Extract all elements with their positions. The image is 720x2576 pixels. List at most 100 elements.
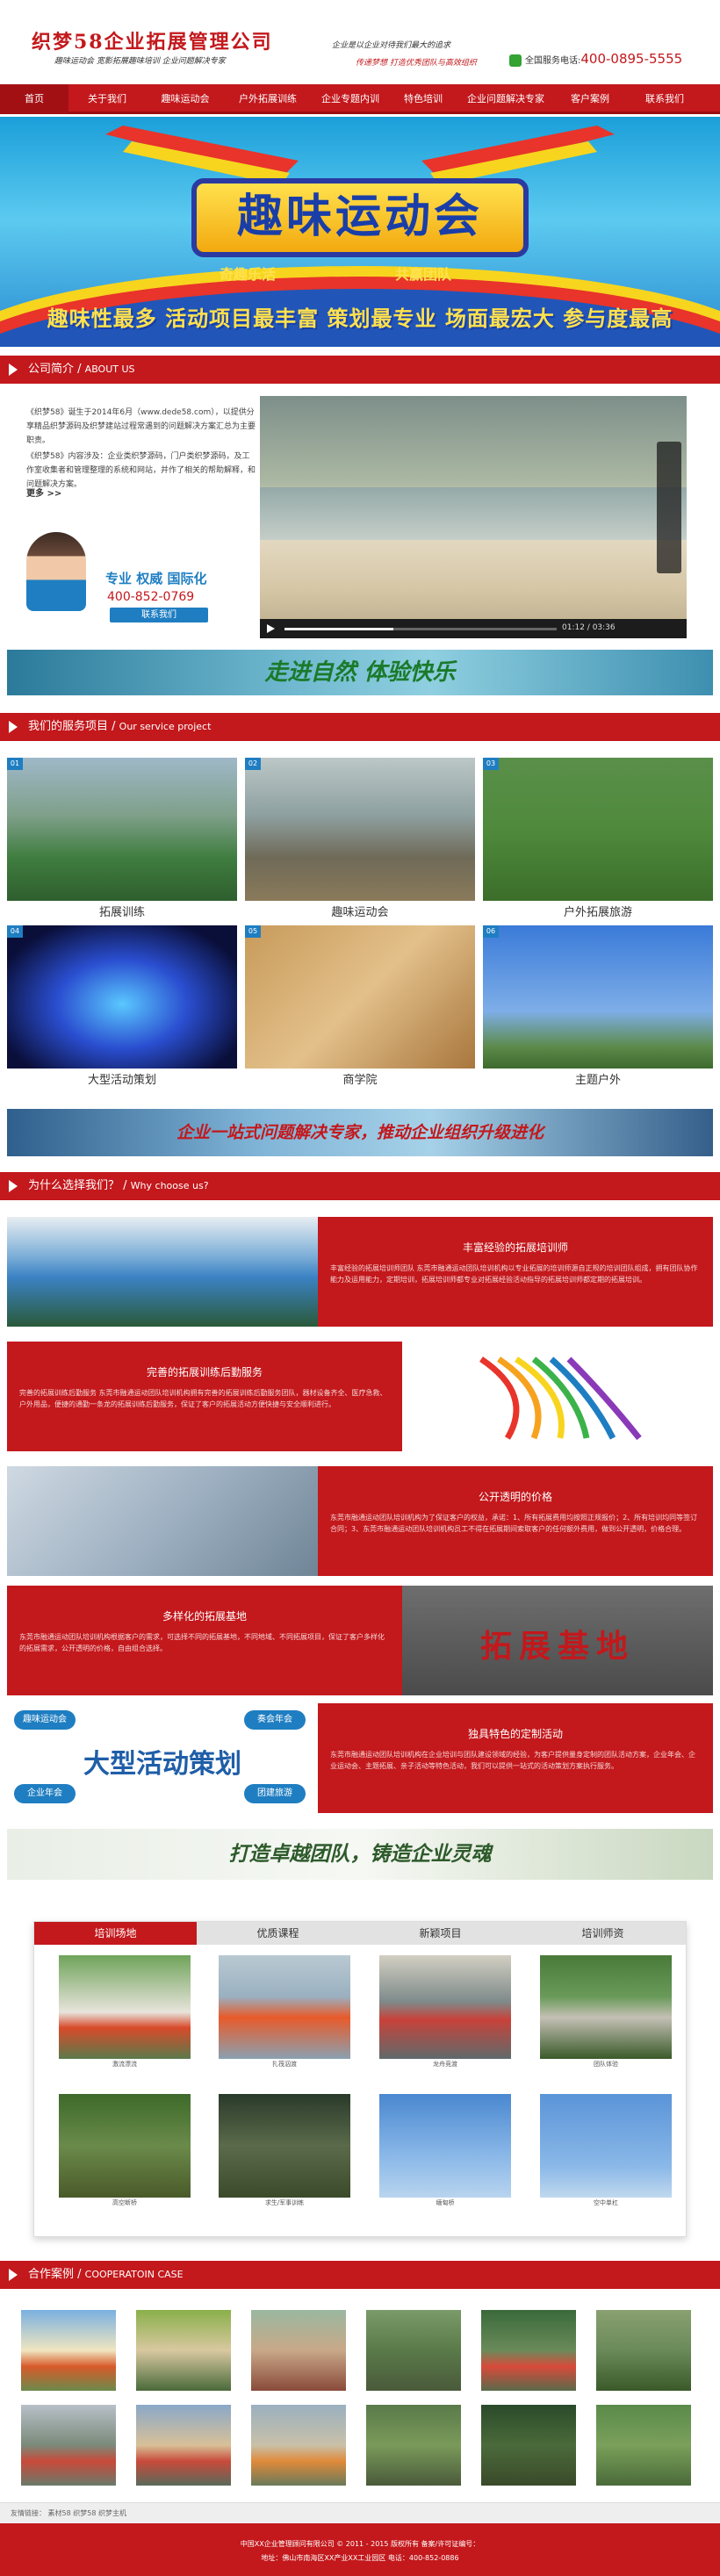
nav-item-home[interactable]: 首页 <box>0 84 68 114</box>
why-body: 东莞市融通运动团队培训机构在企业培训与团队建设领域的经验，为客户提供量身定制的团… <box>330 1751 695 1770</box>
service-card[interactable]: 01 拓展训练 <box>7 758 237 919</box>
gallery-caption: 团队体验 <box>594 2061 618 2068</box>
video-frame <box>260 487 687 540</box>
case-photo <box>136 2405 231 2486</box>
phone-icon <box>509 54 522 67</box>
company-logo-title[interactable]: 织梦58企业拓展管理公司 <box>32 26 273 54</box>
video-player[interactable]: 01:12 / 03:36 <box>260 396 687 638</box>
case-item[interactable] <box>136 2310 231 2391</box>
case-item[interactable] <box>481 2405 576 2486</box>
case-item[interactable] <box>596 2405 691 2486</box>
case-item[interactable] <box>21 2310 116 2391</box>
case-item[interactable] <box>251 2310 346 2391</box>
contact-phone: 400-852-0769 <box>107 590 195 604</box>
tab-quality-courses[interactable]: 优质课程 <box>197 1922 359 1945</box>
why-big-label: 大型活动策划 <box>83 1749 241 1780</box>
service-number: 06 <box>483 925 499 938</box>
about-title-en: ABOUT US <box>84 363 135 375</box>
why-heading: 独具特色的定制活动 <box>467 1728 563 1740</box>
section-arrow-icon <box>9 363 18 376</box>
promo-strip-expert: 企业一站式问题解决专家，推动企业组织升级进化 <box>7 1109 713 1156</box>
service-number: 02 <box>245 758 261 770</box>
contact-us-button[interactable]: 联系我们 <box>110 608 208 622</box>
case-item[interactable] <box>251 2405 346 2486</box>
gallery-item[interactable]: 高空断桥 <box>59 2094 191 2208</box>
service-photo <box>483 925 713 1069</box>
nav-item-about[interactable]: 关于我们 <box>68 84 146 114</box>
video-progress-fill <box>284 628 393 630</box>
tab-training-sites[interactable]: 培训场地 <box>34 1922 197 1945</box>
case-photo <box>481 2310 576 2391</box>
why-heading: 完善的拓展训练后勤服务 <box>146 1366 263 1378</box>
case-photo <box>251 2310 346 2391</box>
contact-title: 专业 权威 国际化 <box>105 571 207 586</box>
gallery-photo <box>540 1955 672 2059</box>
service-card[interactable]: 04 大型活动策划 <box>7 925 237 1087</box>
gallery-item[interactable]: 团队体验 <box>540 1955 672 2069</box>
main-nav: 首页 关于我们 趣味运动会 户外拓展训练 企业专题内训 特色培训 企业问题解决专… <box>0 84 720 114</box>
gallery-item[interactable]: 扎筏泅渡 <box>219 1955 350 2069</box>
case-photo <box>136 2310 231 2391</box>
why-row: 多样化的拓展基地 东莞市融通运动团队培训机构根据客户的需求，可选择不同的拓展基地… <box>7 1586 713 1695</box>
video-progress-bar[interactable] <box>284 628 557 630</box>
hero-banner[interactable]: 趣味运动会 奇趣乐活 共赢团队 趣味性最多 活动项目最丰富 策划最专业 场面最宏… <box>0 117 720 347</box>
case-photo <box>481 2405 576 2486</box>
banner-main-title: 趣味运动会 <box>191 178 529 257</box>
colorful-paths-graphic <box>479 1356 642 1441</box>
gallery-tabs-box: 培训场地 优质课程 新颖项目 培训师资 激流漂流 扎筏泅渡 龙舟竞渡 团队体验 … <box>33 1921 687 2237</box>
play-icon[interactable] <box>267 624 275 633</box>
about-section-header: 公司简介 / ABOUT US <box>0 356 720 384</box>
nav-item-cases[interactable]: 客户案例 <box>555 84 625 114</box>
customer-service-avatar <box>26 532 86 611</box>
gallery-caption: 高空断桥 <box>112 2199 137 2206</box>
case-item[interactable] <box>366 2310 461 2391</box>
gallery-caption: 缅甸桥 <box>436 2199 455 2206</box>
why-box: 丰富经验的拓展培训师 丰富经验的拓展培训师团队 东莞市融通运动团队培训机构以专业… <box>318 1217 713 1327</box>
case-item[interactable] <box>366 2405 461 2486</box>
site-footer: 中国XX企业管理顾问有限公司 © 2011 - 2015 版权所有 备案/许可证… <box>0 2523 720 2576</box>
nav-item-fun-games[interactable]: 趣味运动会 <box>146 84 225 114</box>
service-label: 拓展训练 <box>98 906 145 919</box>
nav-item-contact[interactable]: 联系我们 <box>625 84 704 114</box>
gallery-photo <box>219 2094 350 2198</box>
video-time: 01:12 / 03:36 <box>562 623 616 632</box>
gallery-item[interactable]: 缅甸桥 <box>379 2094 511 2208</box>
contact-card: 专业 权威 国际化 400-852-0769 联系我们 <box>26 523 256 629</box>
service-card[interactable]: 06 主题户外 <box>483 925 713 1087</box>
tab-trainers[interactable]: 培训师资 <box>522 1922 684 1945</box>
about-more-link[interactable]: 更多 >> <box>26 486 61 499</box>
services-section-header: 我们的服务项目 / Our service project <box>0 713 720 741</box>
case-item[interactable] <box>481 2310 576 2391</box>
why-body: 东莞市融通运动团队培训机构为了保证客户的权益，承诺：1、所有拓展费用均按照正规报… <box>330 1514 698 1533</box>
service-number: 01 <box>7 758 23 770</box>
company-subline: 趣味运动会 宽影拓展趣味培训 企业问题解决专家 <box>54 57 226 66</box>
case-item[interactable] <box>596 2310 691 2391</box>
gallery-item[interactable]: 求生/军事训练 <box>219 2094 350 2208</box>
friend-links[interactable]: 友情链接： 素材58 织梦58 织梦主机 <box>0 2502 720 2523</box>
tab-new-projects[interactable]: 新颖项目 <box>359 1922 522 1945</box>
gallery-item[interactable]: 激流漂流 <box>59 1955 191 2069</box>
nav-item-outdoor[interactable]: 户外拓展训练 <box>225 84 311 114</box>
footer-address: 地址：佛山市南海区XX产业XX工业园区 电话：400-852-0886 <box>261 2554 459 2562</box>
service-label: 趣味运动会 <box>331 906 389 919</box>
video-side-toolbar[interactable] <box>657 442 681 573</box>
nav-item-expert[interactable]: 企业问题解决专家 <box>457 84 555 114</box>
gallery-item[interactable]: 龙舟竞渡 <box>379 1955 511 2069</box>
service-card[interactable]: 02 趣味运动会 <box>245 758 475 919</box>
service-card[interactable]: 03 户外拓展旅游 <box>483 758 713 919</box>
why-pill: 奏会年会 <box>244 1710 306 1730</box>
cases-section-header: 合作案例 / COOPERATOIN CASE <box>0 2261 720 2289</box>
strip-text: 走进自然 体验快乐 <box>264 659 456 686</box>
nav-item-special[interactable]: 特色培训 <box>390 84 457 114</box>
service-card[interactable]: 05 商学院 <box>245 925 475 1087</box>
case-item[interactable] <box>21 2405 116 2486</box>
gallery-caption: 扎筏泅渡 <box>272 2061 297 2068</box>
gallery-item[interactable]: 空中单杠 <box>540 2094 672 2208</box>
case-item[interactable] <box>136 2405 231 2486</box>
gallery-photo <box>540 2094 672 2198</box>
section-arrow-icon <box>9 1180 18 1192</box>
case-photo <box>366 2405 461 2486</box>
why-photo <box>7 1217 318 1327</box>
gallery-photo <box>59 2094 191 2198</box>
nav-item-training[interactable]: 企业专题内训 <box>311 84 390 114</box>
